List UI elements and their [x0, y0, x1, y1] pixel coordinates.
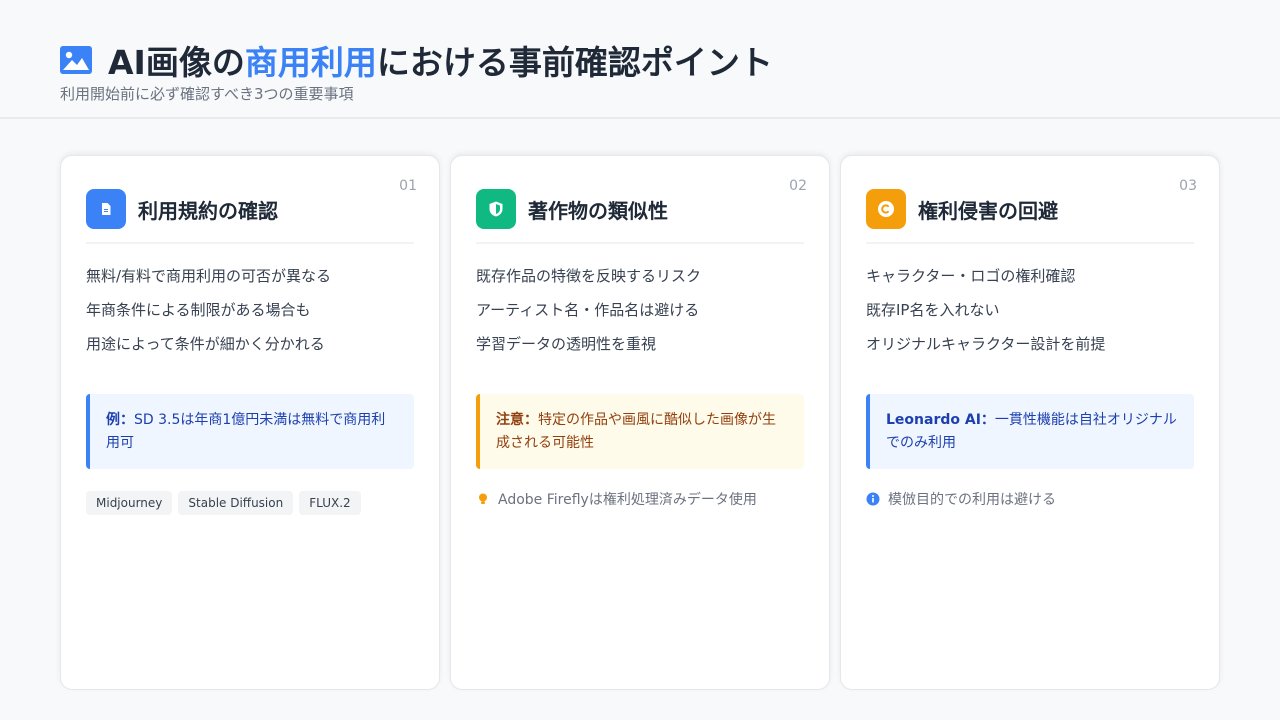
title-suffix: における事前確認ポイント [376, 43, 773, 82]
tip-callout: Leonardo AI：一貫性機能は自社オリジナルでのみ利用 [866, 394, 1194, 469]
list-item: 用途によって条件が細かく分かれる [86, 335, 325, 353]
note: Adobe Fireflyは権利処理済みデータ使用 [476, 489, 804, 509]
callout-text: SD 3.5は年商1億円未満は無料で商用利用可 [106, 412, 386, 451]
page-title: AI画像の商用利用における事前確認ポイント [108, 36, 773, 84]
title-accent: 商用利用 [244, 43, 377, 82]
bullet-list: 既存作品の特徴を反映するリスク アーティスト名・作品名は避ける 学習データの透明… [476, 266, 804, 368]
card-number: 02 [789, 178, 807, 194]
tag: FLUX.2 [299, 491, 361, 515]
document-icon [86, 189, 126, 229]
list-item: アーティスト名・作品名は避ける [476, 301, 700, 319]
card-similarity: 02 著作物の類似性 既存作品の特徴を反映するリスク アーティスト名・作品名は避… [450, 155, 830, 690]
bullet-list: 無料/有料で商用利用の可否が異なる 年商条件による制限がある場合も 用途によって… [86, 266, 414, 368]
card-header: 利用規約の確認 [86, 156, 414, 244]
list-item: オリジナルキャラクター設計を前提 [866, 335, 1106, 353]
example-callout: 例：SD 3.5は年商1億円未満は無料で商用利用可 [86, 394, 414, 469]
note: 模倣目的での利用は避ける [866, 489, 1194, 509]
card-title: 権利侵害の回避 [918, 198, 1058, 223]
image-icon [60, 46, 92, 74]
page-header: AI画像の商用利用における事前確認ポイント 利用開始前に必ず確認すべき3つの重要… [0, 0, 1280, 119]
copyright-icon [866, 189, 906, 229]
tag-list: Midjourney Stable Diffusion FLUX.2 [86, 491, 414, 515]
list-item: 学習データの透明性を重視 [476, 335, 657, 353]
card-title: 著作物の類似性 [528, 198, 668, 223]
card-number: 03 [1179, 178, 1197, 194]
lightbulb-icon [479, 493, 487, 504]
note-text: Adobe Fireflyは権利処理済みデータ使用 [498, 492, 757, 508]
shield-icon [476, 189, 516, 229]
card-header: 著作物の類似性 [476, 156, 804, 244]
note-text: 模倣目的での利用は避ける [888, 492, 1056, 508]
card-list: 01 利用規約の確認 無料/有料で商用利用の可否が異なる 年商条件による制限があ… [60, 155, 1220, 690]
list-item: 年商条件による制限がある場合も [86, 301, 311, 319]
title-prefix: AI画像の [108, 43, 245, 82]
callout-text: 特定の作品や画風に酷似した画像が生成される可能性 [496, 412, 776, 451]
card-header: 権利侵害の回避 [866, 156, 1194, 244]
page-subtitle: 利用開始前に必ず確認すべき3つの重要事項 [60, 85, 354, 103]
card-number: 01 [399, 178, 417, 194]
list-item: 既存IP名を入れない [866, 301, 1000, 319]
card-infringement: 03 権利侵害の回避 キャラクター・ロゴの権利確認 既存IP名を入れない オリジ… [840, 155, 1220, 690]
list-item: 無料/有料で商用利用の可否が異なる [86, 267, 332, 285]
list-item: 既存作品の特徴を反映するリスク [476, 267, 702, 285]
callout-label: 例： [106, 412, 134, 428]
list-item: キャラクター・ロゴの権利確認 [866, 267, 1076, 285]
bullet-list: キャラクター・ロゴの権利確認 既存IP名を入れない オリジナルキャラクター設計を… [866, 266, 1194, 368]
warning-callout: 注意：特定の作品や画風に酷似した画像が生成される可能性 [476, 394, 804, 469]
info-icon [866, 492, 880, 506]
callout-label: 注意： [496, 412, 538, 428]
tag: Midjourney [86, 491, 173, 515]
card-title: 利用規約の確認 [138, 198, 278, 223]
card-terms: 01 利用規約の確認 無料/有料で商用利用の可否が異なる 年商条件による制限があ… [60, 155, 440, 690]
callout-label: Leonardo AI： [886, 412, 995, 428]
tag: Stable Diffusion [178, 491, 294, 515]
title-row: AI画像の商用利用における事前確認ポイント [60, 36, 773, 84]
